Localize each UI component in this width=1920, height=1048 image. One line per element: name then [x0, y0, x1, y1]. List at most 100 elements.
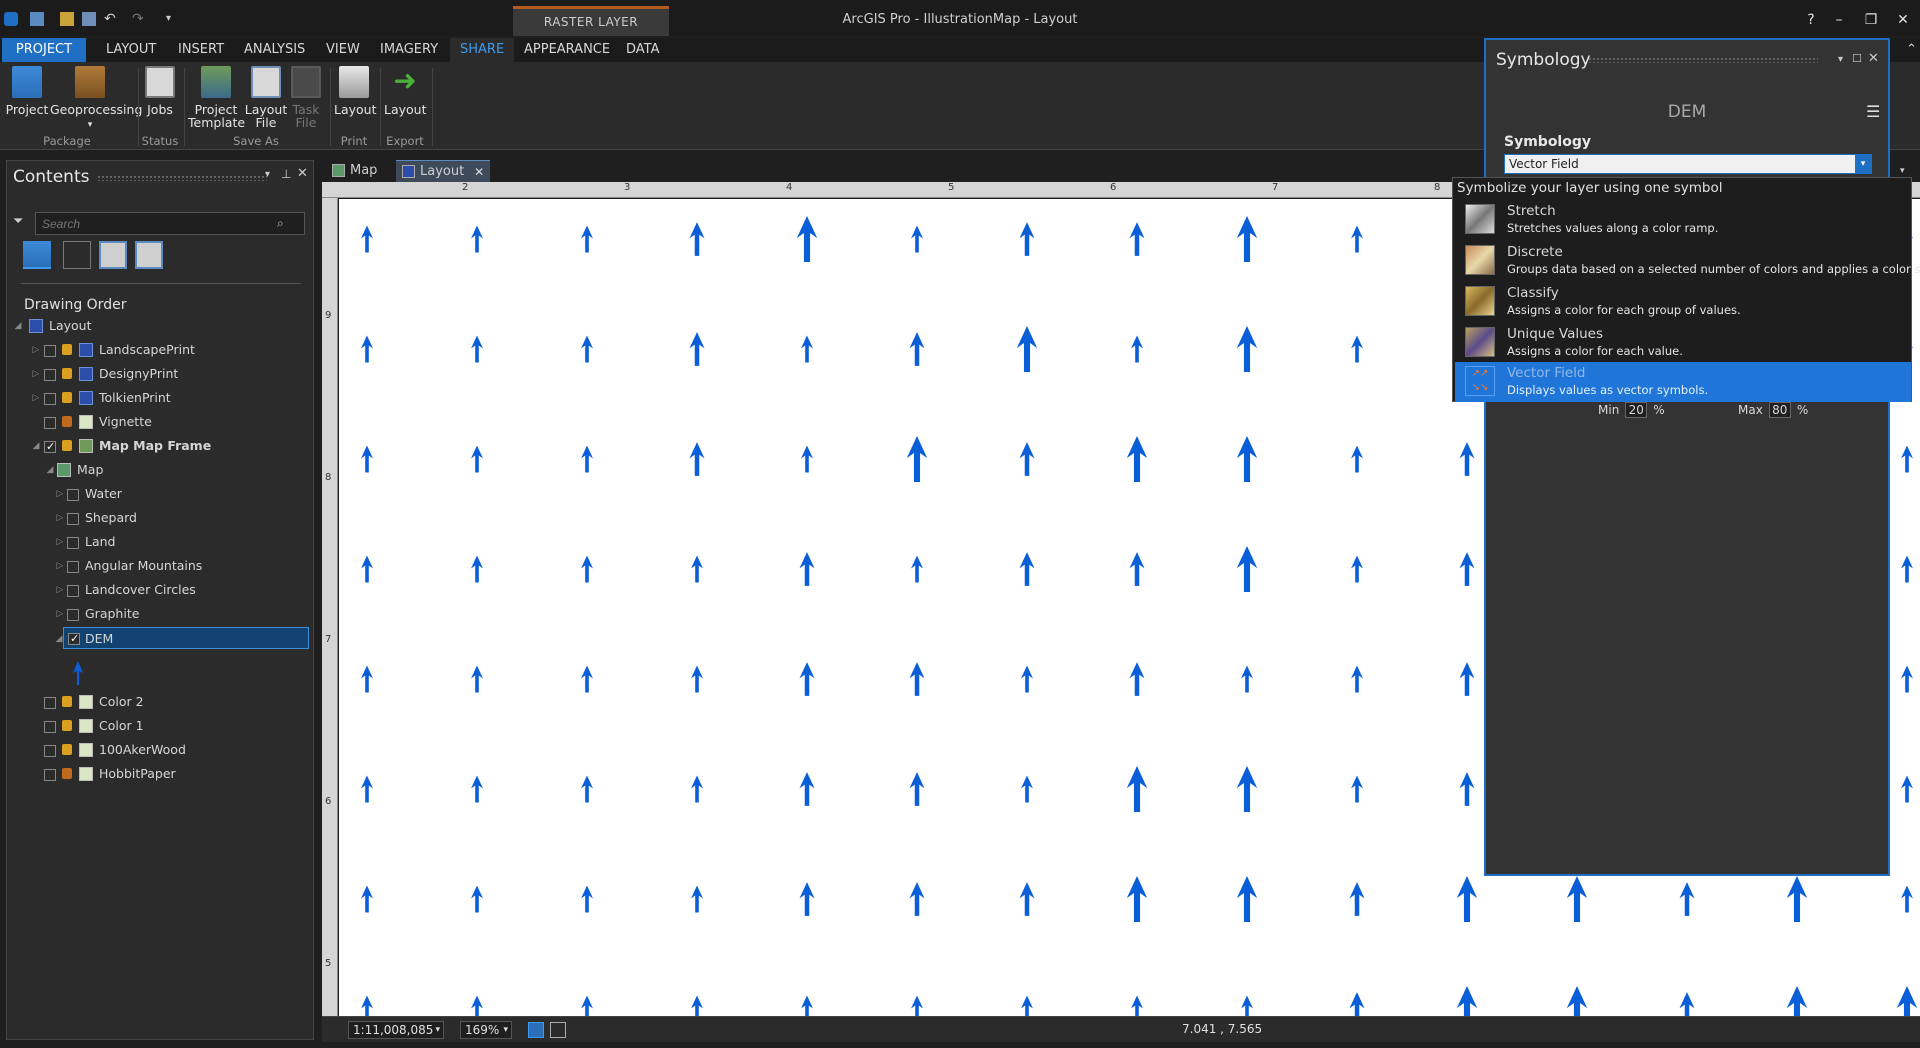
expand-icon[interactable]: ▷ [55, 507, 65, 529]
filter-icon[interactable]: ⏷ [13, 215, 25, 229]
tree-item-layout[interactable]: ◢ Layout [7, 315, 307, 337]
visibility-checkbox[interactable] [67, 537, 79, 549]
print-layout-button[interactable]: Layout [334, 66, 377, 116]
expand-icon[interactable]: ▷ [31, 387, 41, 409]
tree-item-100akerwood[interactable]: 100AkerWood [7, 739, 307, 761]
hamburger-menu-icon[interactable]: ☰ [1866, 102, 1880, 121]
scale-field[interactable]: 1:11,008,085 ▾ [348, 1021, 444, 1039]
tree-item-dem[interactable]: ◢ DEM [56, 627, 309, 650]
close-tab-icon[interactable]: ✕ [474, 161, 484, 183]
visibility-checkbox[interactable] [44, 369, 56, 381]
lock-icon[interactable] [62, 696, 72, 707]
visibility-checkbox[interactable] [44, 721, 56, 733]
expand-icon[interactable]: ▷ [55, 531, 65, 553]
expand-icon[interactable]: ▷ [55, 483, 65, 505]
contents-search-input[interactable] [35, 212, 305, 235]
visibility-checkbox[interactable] [67, 489, 79, 501]
close-pane-icon[interactable]: ✕ [1868, 51, 1879, 66]
tab-imagery[interactable]: IMAGERY [370, 38, 448, 62]
lock-icon[interactable] [62, 392, 72, 403]
option-discrete[interactable]: Discrete Groups data based on a selected… [1455, 241, 1920, 281]
tree-item-water[interactable]: ▷ Water [7, 483, 307, 505]
collapse-ribbon-icon[interactable]: ⌃ [1896, 38, 1920, 62]
pane-menu-icon[interactable]: ▾ [1838, 54, 1843, 65]
visibility-checkbox[interactable] [44, 417, 56, 429]
primary-symbology-select[interactable]: Vector Field ▾ [1504, 154, 1872, 174]
option-classify[interactable]: Classify Assigns a color for each group … [1455, 282, 1911, 322]
collapse-icon[interactable]: ◢ [45, 459, 55, 481]
option-vector-field[interactable]: ↗↗ ↘↘ Vector Field Displays values as vec… [1455, 362, 1911, 402]
tab-analysis[interactable]: ANALYSIS [234, 38, 315, 62]
dropdown-arrow-icon[interactable]: ▾ [503, 1022, 508, 1038]
table-icon[interactable] [550, 1022, 566, 1038]
tree-item-tolkienprint[interactable]: ▷ TolkienPrint [7, 387, 307, 409]
pane-grip[interactable] [1588, 57, 1818, 63]
option-stretch[interactable]: Stretch Stretches values along a color r… [1455, 200, 1911, 240]
expand-icon[interactable]: ▷ [55, 603, 65, 625]
tab-project[interactable]: PROJECT [2, 38, 86, 62]
tree-item-map[interactable]: ◢ Map [7, 459, 307, 481]
visibility-checkbox[interactable] [67, 609, 79, 621]
lock-icon[interactable] [62, 440, 72, 451]
visibility-checkbox[interactable] [44, 345, 56, 357]
collapse-icon[interactable]: ◢ [13, 315, 23, 337]
tab-appearance[interactable]: APPEARANCE [514, 38, 620, 62]
list-by-source-icon[interactable] [63, 241, 91, 269]
lock-icon[interactable] [62, 768, 72, 779]
pane-menu-icon[interactable]: ▾ [265, 169, 270, 180]
tab-view[interactable]: VIEW [316, 38, 370, 62]
restore-icon[interactable]: ❐ [1860, 10, 1882, 30]
visibility-checkbox[interactable] [67, 513, 79, 525]
lock-icon[interactable] [62, 744, 72, 755]
grid-snap-icon[interactable] [528, 1022, 544, 1038]
view-tab-layout[interactable]: Layout ✕ [396, 160, 491, 183]
lock-icon[interactable] [62, 368, 72, 379]
tree-item-hobbitpaper[interactable]: HobbitPaper [7, 763, 307, 785]
visibility-checkbox[interactable] [67, 585, 79, 597]
expand-icon[interactable]: ▷ [55, 555, 65, 577]
project-package-button[interactable]: Project [4, 66, 50, 116]
list-by-selection-icon[interactable] [99, 241, 127, 269]
expand-icon[interactable]: ▷ [31, 339, 41, 361]
close-pane-icon[interactable]: ✕ [297, 166, 308, 181]
minimize-icon[interactable]: – [1828, 10, 1850, 30]
visibility-checkbox[interactable] [44, 769, 56, 781]
visibility-checkbox[interactable] [44, 436, 56, 458]
expand-icon[interactable]: ▷ [31, 363, 41, 385]
dropdown-arrow-icon[interactable]: ▾ [1855, 155, 1871, 173]
export-layout-button[interactable]: ➜ Layout [384, 66, 427, 117]
lock-icon[interactable] [62, 720, 72, 731]
visibility-checkbox[interactable] [44, 745, 56, 757]
list-by-drawing-order-icon[interactable] [23, 241, 51, 269]
layout-file-button[interactable]: Layout File [244, 66, 288, 129]
tree-item-angular-mountains[interactable]: ▷ Angular Mountains [7, 555, 307, 577]
tree-item-landcover-circles[interactable]: ▷ Landcover Circles [7, 579, 307, 601]
maximize-icon[interactable]: ☐ [1852, 52, 1862, 65]
help-icon[interactable]: ? [1800, 10, 1822, 30]
tab-layout[interactable]: LAYOUT [96, 38, 166, 62]
lock-icon[interactable] [62, 344, 72, 355]
visibility-checkbox[interactable] [68, 628, 80, 650]
dropdown-arrow-icon[interactable]: ▾ [435, 1022, 440, 1038]
max-input[interactable]: 80 [1768, 402, 1791, 418]
list-by-snapping-icon[interactable] [135, 241, 163, 269]
collapse-icon[interactable]: ◢ [31, 435, 41, 457]
lock-icon[interactable] [62, 416, 72, 427]
pane-scroll-arrow-icon[interactable]: ▾ [1900, 166, 1905, 176]
jobs-button[interactable]: Jobs [140, 66, 180, 116]
pane-grip[interactable] [97, 175, 267, 181]
tree-item-vignette[interactable]: Vignette [7, 411, 307, 433]
tree-item-shepard[interactable]: ▷ Shepard [7, 507, 307, 529]
expand-icon[interactable]: ▷ [55, 579, 65, 601]
project-template-button[interactable]: Project Template [188, 66, 245, 129]
tree-item-designyprint[interactable]: ▷ DesignyPrint [7, 363, 307, 385]
tab-insert[interactable]: INSERT [168, 38, 234, 62]
tree-item-land[interactable]: ▷ Land [7, 531, 307, 553]
min-input[interactable]: 20 [1625, 402, 1648, 418]
search-icon[interactable]: ⌕ [277, 216, 284, 231]
pin-icon[interactable]: ⊥ [281, 167, 291, 181]
collapse-icon[interactable]: ◢ [54, 628, 64, 650]
zoom-field[interactable]: 169% ▾ [460, 1021, 512, 1039]
tab-share[interactable]: SHARE [450, 38, 515, 62]
tree-item-color2[interactable]: Color 2 [7, 691, 307, 713]
